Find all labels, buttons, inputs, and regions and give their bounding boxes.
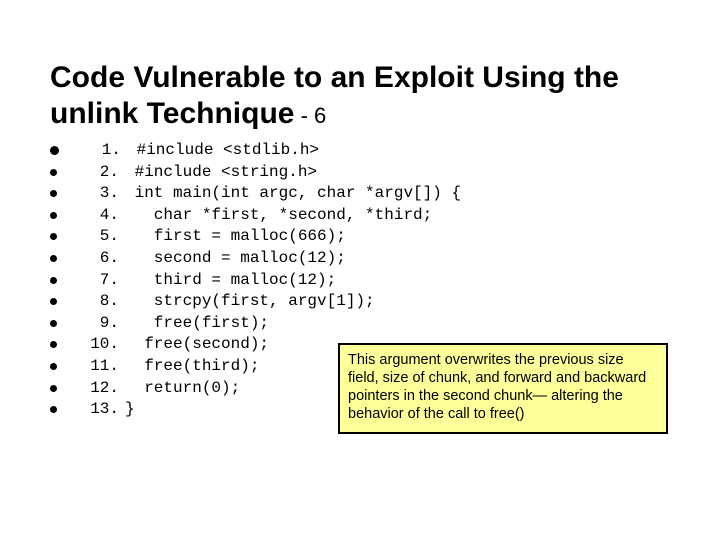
- bullet-icon: [50, 406, 57, 413]
- bullet-icon: [50, 255, 57, 262]
- code-text: free(first);: [125, 313, 269, 335]
- line-number: 8.: [81, 291, 119, 313]
- bullet-icon: [50, 190, 57, 197]
- title-suffix: - 6: [294, 103, 326, 128]
- bullet-icon: [50, 385, 57, 392]
- code-text: return(0);: [125, 378, 240, 400]
- bullet-icon: [50, 298, 57, 305]
- code-line: 5. first = malloc(666);: [50, 226, 670, 248]
- title-main: Code Vulnerable to an Exploit Using the …: [50, 61, 619, 130]
- line-number: 11.: [81, 356, 119, 378]
- line-number: 5.: [81, 226, 119, 248]
- line-number: 6.: [81, 248, 119, 270]
- bullet-icon: [50, 363, 57, 370]
- code-line: 6. second = malloc(12);: [50, 248, 670, 270]
- code-text: }: [125, 399, 135, 421]
- code-line: 4. char *first, *second, *third;: [50, 205, 670, 227]
- line-number: 4.: [81, 205, 119, 227]
- bullet-icon: [50, 320, 57, 327]
- code-line: 8. strcpy(first, argv[1]);: [50, 291, 670, 313]
- code-text: #include <stdlib.h>: [127, 140, 319, 162]
- code-line: 9. free(first);: [50, 313, 670, 335]
- line-number: 9.: [81, 313, 119, 335]
- line-number: 2.: [81, 162, 119, 184]
- callout-box: This argument overwrites the previous si…: [338, 343, 668, 434]
- code-line: 2. #include <string.h>: [50, 162, 670, 184]
- line-number: 7.: [81, 270, 119, 292]
- bullet-icon: [50, 341, 57, 348]
- code-text: char *first, *second, *third;: [125, 205, 432, 227]
- code-text: second = malloc(12);: [125, 248, 346, 270]
- code-line: 3. int main(int argc, char *argv[]) {: [50, 183, 670, 205]
- code-text: third = malloc(12);: [125, 270, 336, 292]
- line-number: 3.: [81, 183, 119, 205]
- code-text: strcpy(first, argv[1]);: [125, 291, 375, 313]
- line-number: 13.: [81, 399, 119, 421]
- code-line: 1. #include <stdlib.h>: [50, 140, 670, 162]
- code-text: int main(int argc, char *argv[]) {: [125, 183, 461, 205]
- code-text: free(third);: [125, 356, 259, 378]
- line-number: 1.: [83, 140, 121, 162]
- code-text: first = malloc(666);: [125, 226, 346, 248]
- slide-title: Code Vulnerable to an Exploit Using the …: [50, 60, 670, 132]
- bullet-icon: [50, 233, 57, 240]
- code-text: free(second);: [125, 334, 269, 356]
- bullet-icon: [50, 169, 57, 176]
- callout-text: This argument overwrites the previous si…: [348, 352, 646, 422]
- bullet-icon: [50, 146, 59, 155]
- line-number: 10.: [81, 334, 119, 356]
- code-text: #include <string.h>: [125, 162, 317, 184]
- bullet-icon: [50, 212, 57, 219]
- bullet-icon: [50, 277, 57, 284]
- code-line: 7. third = malloc(12);: [50, 270, 670, 292]
- line-number: 12.: [81, 378, 119, 400]
